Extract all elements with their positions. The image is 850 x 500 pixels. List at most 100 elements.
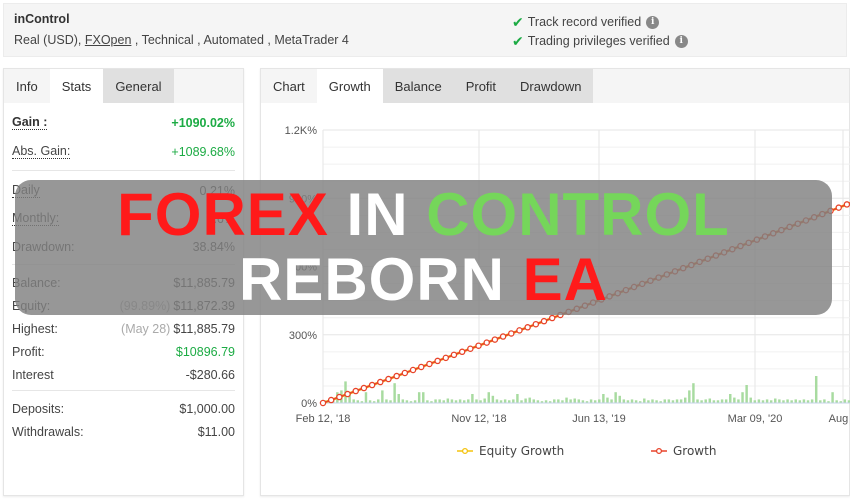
account-header: inControl Real (USD), FXOpen , Technical… xyxy=(3,3,847,57)
growth-point xyxy=(385,375,392,383)
profit-bar xyxy=(708,398,712,403)
profit-bar xyxy=(810,399,814,403)
profit-bar xyxy=(417,392,421,403)
growth-point xyxy=(508,330,515,337)
profit-bar xyxy=(573,398,576,403)
growth-point xyxy=(467,345,474,352)
stat-label: Withdrawals: xyxy=(12,424,84,439)
y-tick-label: 1.2K% xyxy=(285,125,318,137)
info-icon[interactable]: i xyxy=(674,34,688,48)
tab-info[interactable]: Info xyxy=(4,69,50,103)
profit-bar xyxy=(614,392,617,403)
profit-bar xyxy=(602,394,605,403)
profit-bar xyxy=(667,399,671,403)
growth-point xyxy=(483,339,490,346)
profit-bar xyxy=(401,399,405,403)
profit-bar xyxy=(446,398,450,403)
profit-bar xyxy=(663,399,666,403)
profit-bar xyxy=(688,390,691,403)
banner-line-1: FOREX IN CONTROL xyxy=(15,185,832,245)
stat-label: Deposits: xyxy=(12,401,65,416)
growth-point xyxy=(352,387,359,395)
stat-row: Abs. Gain: +1089.68% xyxy=(12,137,235,166)
profit-bar xyxy=(745,385,748,403)
growth-point xyxy=(377,378,384,386)
growth-point xyxy=(360,384,368,392)
broker-link[interactable]: FXOpen xyxy=(85,33,132,47)
stat-value: (May 28) $11,885.79 xyxy=(121,321,235,336)
profit-bar xyxy=(737,399,740,403)
growth-point xyxy=(417,363,425,371)
promo-banner: FOREX IN CONTROL REBORN EA xyxy=(15,180,832,315)
profit-bar xyxy=(802,399,806,403)
stat-label[interactable]: Abs. Gain: xyxy=(12,144,71,159)
legend-marker xyxy=(655,447,663,455)
x-tick-label: Nov 12, '18 xyxy=(451,413,506,425)
profit-bar xyxy=(532,399,536,403)
stat-value: $11.00 xyxy=(197,424,235,439)
profit-bar xyxy=(622,399,626,403)
profit-bar xyxy=(516,394,519,403)
banner-word: CONTROL xyxy=(426,181,730,248)
profit-bar xyxy=(733,397,736,403)
profit-bar xyxy=(724,399,728,403)
stat-value: $1,000.00 xyxy=(179,401,235,416)
profit-bar xyxy=(794,399,797,403)
growth-point xyxy=(409,366,417,374)
banner-line-2: REBORN EA xyxy=(15,250,832,310)
account-subtitle: Real (USD), FXOpen , Technical , Automat… xyxy=(14,33,349,47)
profit-bar xyxy=(774,398,777,403)
profit-bar xyxy=(364,392,368,403)
stat-note: (May 28) xyxy=(121,321,171,336)
info-icon[interactable]: i xyxy=(646,15,660,29)
track-record-verified: ✔ Track record verified i xyxy=(512,14,660,30)
profit-bar xyxy=(393,383,396,403)
profit-bar xyxy=(704,399,707,403)
legend-marker xyxy=(461,447,469,455)
stat-value: +1090.02% xyxy=(171,116,235,130)
profit-bar xyxy=(598,399,601,403)
growth-point xyxy=(426,360,433,368)
account-title: inControl xyxy=(14,12,70,26)
stats-tabs: Info Stats General xyxy=(4,69,243,103)
tab-general[interactable]: General xyxy=(103,69,174,103)
y-tick-label: 0% xyxy=(301,398,317,410)
profit-bar xyxy=(610,399,613,403)
account-type: Real (USD), xyxy=(14,33,85,47)
growth-point xyxy=(491,336,499,343)
profit-bar xyxy=(553,399,556,403)
growth-point xyxy=(393,372,400,380)
profit-bar xyxy=(352,399,355,403)
growth-point xyxy=(401,369,409,377)
growth-point xyxy=(344,390,351,398)
growth-point xyxy=(475,342,482,349)
legend-label: Equity Growth xyxy=(479,444,564,458)
profit-bar xyxy=(630,399,634,403)
profit-bar xyxy=(491,395,495,403)
growth-point xyxy=(835,204,842,211)
profit-bar xyxy=(814,376,818,403)
trading-privileges-verified: ✔ Trading privileges verified i xyxy=(512,34,688,48)
legend-label: Growth xyxy=(673,444,716,458)
growth-point xyxy=(843,201,850,208)
profit-bar xyxy=(458,399,462,403)
stat-label: Highest: xyxy=(12,321,58,336)
profit-bar xyxy=(831,392,834,403)
tab-stats[interactable]: Stats xyxy=(49,69,104,103)
banner-word: EA xyxy=(522,246,609,313)
profit-bar xyxy=(557,399,560,403)
check-icon: ✔ xyxy=(512,14,524,30)
growth-point xyxy=(458,348,466,356)
stat-label: Profit: xyxy=(12,344,45,359)
stats-divider xyxy=(12,390,235,391)
x-tick-label: Aug 2 xyxy=(829,413,850,425)
banner-word: FOREX xyxy=(117,181,329,248)
profit-bar xyxy=(450,399,454,403)
profit-bar xyxy=(749,397,752,403)
profit-bar xyxy=(467,399,470,403)
stat-row: Withdrawals: $11.00 xyxy=(12,420,235,443)
stat-row: Profit: $10896.79 xyxy=(12,340,235,363)
y-tick-label: 300% xyxy=(289,330,317,342)
stat-label[interactable]: Gain : xyxy=(12,116,48,130)
growth-point xyxy=(540,317,548,325)
